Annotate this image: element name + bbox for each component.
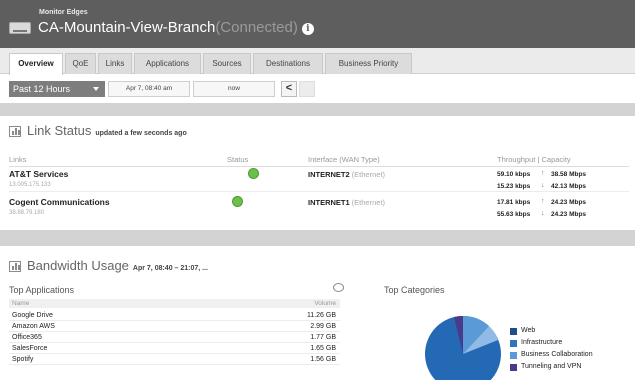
edge-device-icon <box>9 22 31 34</box>
start-date-field[interactable]: Apr 7, 08:40 am <box>108 81 190 97</box>
link-ip: 38.88.79.180 <box>9 210 45 216</box>
time-range-select[interactable]: Past 12 Hours <box>9 81 105 97</box>
tab-links[interactable]: Links <box>98 53 132 74</box>
info-icon[interactable]: i <box>301 23 314 35</box>
download-arrow-icon: ↓ <box>541 182 545 189</box>
page-title: CA-Mountain-View-Branch(Connected) i <box>38 19 314 36</box>
link-name[interactable]: Cogent Communications <box>9 197 110 207</box>
legend-swatch <box>510 328 517 335</box>
link-ip: 13.005.175.133 <box>9 182 51 188</box>
tab-business-priority[interactable]: Business Priority <box>325 53 412 74</box>
top-categories-title: Top Categories <box>384 285 445 295</box>
comment-icon[interactable] <box>333 283 344 292</box>
previous-range-button[interactable]: < <box>281 81 297 97</box>
legend-swatch <box>510 364 517 371</box>
upload-throughput: 59.10 kbps <box>497 171 531 178</box>
table-row[interactable]: Amazon AWS 2.99 GB <box>9 321 340 332</box>
table-row[interactable]: Office365 1.77 GB <box>9 332 340 343</box>
legend-swatch <box>510 340 517 347</box>
upload-capacity: 24.23 Mbps <box>551 199 587 206</box>
tab-applications[interactable]: Applications <box>134 53 201 74</box>
upload-arrow-icon: ↑ <box>541 198 545 205</box>
col-volume: Volume <box>314 300 336 307</box>
table-row[interactable]: SalesForce 1.65 GB <box>9 343 340 354</box>
status-up-icon <box>248 168 259 179</box>
device-header: Monitor Edges CA-Mountain-View-Branch(Co… <box>0 0 635 48</box>
time-filter-bar: Past 12 Hours Apr 7, 08:40 am now < <box>0 75 635 103</box>
tab-overview[interactable]: Overview <box>9 53 63 75</box>
col-status: Status <box>227 155 249 164</box>
legend-swatch <box>510 352 517 359</box>
link-status-title: Link Status <box>27 123 92 138</box>
app-root: Monitor Edges CA-Mountain-View-Branch(Co… <box>0 0 635 380</box>
download-throughput: 55.63 kbps <box>497 211 531 218</box>
time-range-value: Past 12 Hours <box>13 84 71 94</box>
download-throughput: 15.23 kbps <box>497 183 531 190</box>
table-row[interactable]: Spotify 1.56 GB <box>9 354 340 365</box>
tab-sources[interactable]: Sources <box>203 53 251 74</box>
row-divider <box>9 191 629 192</box>
tab-qoe[interactable]: QoE <box>65 53 96 74</box>
upload-arrow-icon: ↑ <box>541 170 545 177</box>
bar-chart-icon <box>9 261 21 272</box>
bandwidth-usage-title: Bandwidth Usage <box>27 258 129 273</box>
interface-label: INTERNET2 (Ethernet) <box>308 170 386 179</box>
link-name[interactable]: AT&T Services <box>9 169 68 179</box>
top-applications-title: Top Applications <box>9 285 75 295</box>
section-divider <box>0 103 635 116</box>
table-header-divider <box>9 166 629 167</box>
connection-status: (Connected) <box>215 19 298 36</box>
status-up-icon <box>232 196 243 207</box>
tab-destinations[interactable]: Destinations <box>253 53 323 74</box>
bar-chart-icon <box>9 126 21 137</box>
link-status-updated: updated a few seconds ago <box>95 130 187 137</box>
upload-capacity: 38.58 Mbps <box>551 171 587 178</box>
categories-pie-chart <box>420 312 510 380</box>
col-interface: Interface (WAN Type) <box>308 155 380 164</box>
download-capacity: 24.23 Mbps <box>551 211 587 218</box>
table-row[interactable]: Google Drive 11.26 GB <box>9 310 340 321</box>
device-name: CA-Mountain-View-Branch <box>38 19 216 36</box>
download-arrow-icon: ↓ <box>541 210 545 217</box>
download-capacity: 42.13 Mbps <box>551 183 587 190</box>
next-range-button[interactable] <box>299 81 315 97</box>
col-throughput: Throughput | Capacity <box>497 155 571 164</box>
bandwidth-range: Apr 7, 08:40 – 21:07, ... <box>132 265 209 272</box>
end-date-field[interactable]: now <box>193 81 275 97</box>
org-label: Monitor Edges <box>39 9 88 16</box>
interface-label: INTERNET1 (Ethernet) <box>308 198 386 207</box>
bandwidth-usage-heading: Bandwidth Usage Apr 7, 08:40 – 21:07, ... <box>27 258 208 273</box>
upload-throughput: 17.81 kbps <box>497 199 531 206</box>
tab-bar: Overview QoE Links Applications Sources … <box>0 48 635 75</box>
apps-table-header: Name Volume <box>9 299 340 308</box>
col-links: Links <box>9 155 27 164</box>
section-divider <box>0 230 635 246</box>
col-name: Name <box>12 300 30 307</box>
chevron-down-icon <box>93 87 99 91</box>
link-status-heading: Link Status updated a few seconds ago <box>27 123 187 138</box>
